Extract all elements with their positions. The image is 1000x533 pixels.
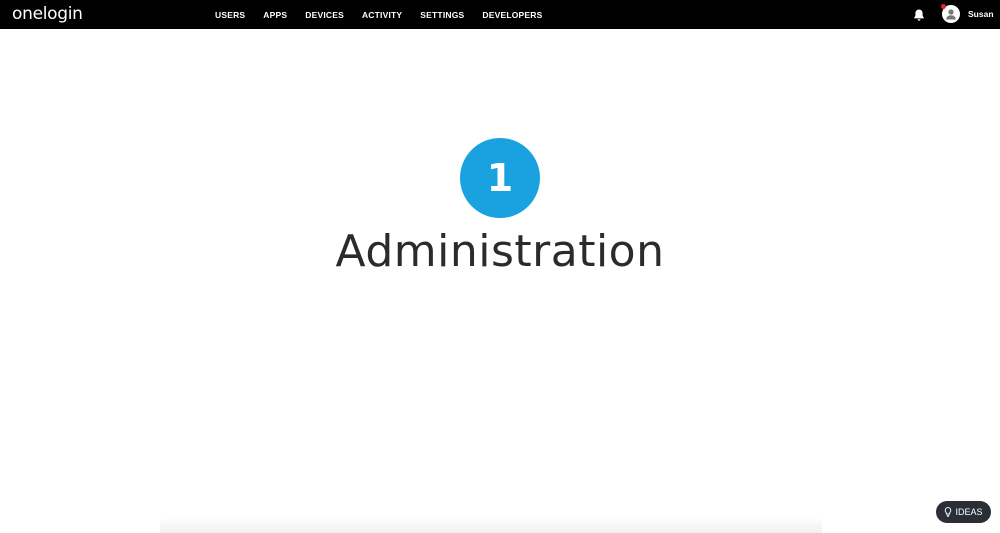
nav-activity[interactable]: ACTIVITY [353, 10, 411, 20]
nav-developers[interactable]: DEVELOPERS [473, 10, 551, 20]
page-title: Administration [335, 226, 665, 277]
nav-apps[interactable]: APPS [254, 10, 296, 20]
notification-dot [941, 4, 946, 9]
onelogin-logo[interactable]: onelogin [12, 4, 83, 24]
content-card-edge [160, 517, 822, 533]
user-name[interactable]: Susan [968, 9, 994, 19]
lightbulb-icon [945, 507, 952, 517]
step-badge: 1 [460, 138, 540, 218]
step-number: 1 [486, 156, 514, 200]
main-nav: USERS APPS DEVICES ACTIVITY SETTINGS DEV… [206, 0, 552, 29]
bell-icon[interactable] [912, 8, 926, 22]
nav-users[interactable]: USERS [206, 10, 254, 20]
nav-settings[interactable]: SETTINGS [411, 10, 473, 20]
top-navigation-bar: onelogin USERS APPS DEVICES ACTIVITY SET… [0, 0, 1000, 29]
user-avatar[interactable] [941, 4, 960, 23]
ideas-button[interactable]: IDEAS [936, 501, 991, 523]
nav-devices[interactable]: DEVICES [296, 10, 353, 20]
ideas-label: IDEAS [955, 507, 983, 517]
